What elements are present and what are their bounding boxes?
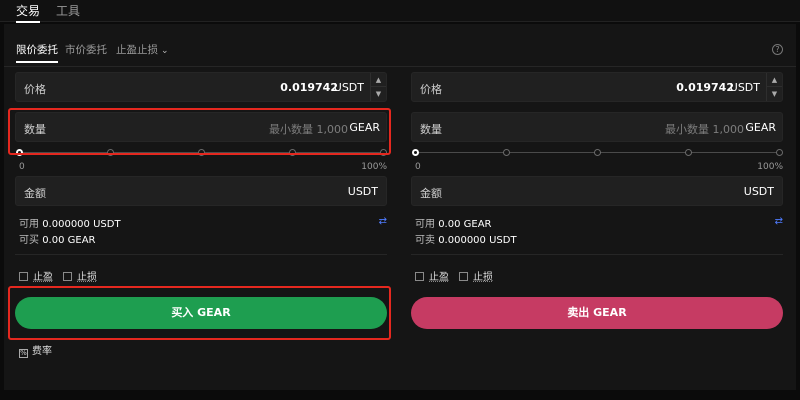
checkbox-icon[interactable] xyxy=(415,272,424,281)
buy-can-value: 0.00 GEAR xyxy=(42,235,96,246)
checkbox-icon[interactable] xyxy=(63,272,72,281)
divider xyxy=(15,254,387,255)
fee-rate-icon: % xyxy=(19,349,28,358)
stepper-up-icon[interactable]: ▲ xyxy=(767,73,782,87)
slider-mark-25[interactable] xyxy=(503,149,510,156)
sell-stop-loss-checkbox[interactable]: 止损 xyxy=(459,268,493,283)
slider-mark-100[interactable] xyxy=(776,149,783,156)
buy-can-buy: 可买 0.00 GEAR xyxy=(19,231,96,246)
divider xyxy=(411,254,783,255)
tab-limit-order[interactable]: 限价委托 xyxy=(16,42,58,63)
slider-handle[interactable] xyxy=(16,149,23,156)
checkbox-icon[interactable] xyxy=(19,272,28,281)
slider-mark-75[interactable] xyxy=(289,149,296,156)
buy-price-value[interactable]: 0.019742 xyxy=(280,81,338,94)
tab-tp-sl-label: 止盈止损 xyxy=(116,44,158,56)
swap-arrows-icon[interactable]: ⇄ xyxy=(379,216,387,227)
sell-button[interactable]: 卖出 GEAR xyxy=(411,297,783,329)
slider-max-label: 100% xyxy=(361,162,387,172)
sell-can-label: 可卖 xyxy=(415,235,435,246)
stepper-up-icon[interactable]: ▲ xyxy=(371,73,386,87)
tab-market-order[interactable]: 市价委托 xyxy=(65,42,107,57)
buy-stop-loss-checkbox[interactable]: 止损 xyxy=(63,268,97,283)
sell-price-label: 价格 xyxy=(420,83,442,96)
sell-quantity-field[interactable]: 数量 最小数量 1,000 GEAR xyxy=(411,112,783,142)
buy-price-field[interactable]: 价格 0.019742 USDT ▲ ▼ xyxy=(15,72,387,102)
sell-amount-label: 金额 xyxy=(420,187,442,200)
sell-amount-unit: USDT xyxy=(743,185,774,198)
slider-mark-50[interactable] xyxy=(594,149,601,156)
buy-amount-label: 金额 xyxy=(24,187,46,200)
order-panel: 限价委托 市价委托 止盈止损 ⌄ ? 价格 0.019742 USDT ▲ ▼ 数… xyxy=(4,24,796,390)
up-down-stepper-icon[interactable]: ▲ ▼ xyxy=(766,73,782,101)
buy-button[interactable]: 买入 GEAR xyxy=(15,297,387,329)
sell-available-value: 0.00 GEAR xyxy=(438,219,492,230)
buy-can-label: 可买 xyxy=(19,235,39,246)
sell-column: 价格 0.019742 USDT ▲ ▼ 数量 最小数量 1,000 GEAR … xyxy=(411,72,783,372)
top-tab-bar: 交易 工具 xyxy=(0,0,800,23)
sell-percent-slider[interactable] xyxy=(412,148,783,158)
chevron-down-icon: ⌄ xyxy=(161,46,169,56)
tab-tp-sl[interactable]: 止盈止损 ⌄ xyxy=(116,42,169,57)
buy-amount-field[interactable]: 金额 USDT xyxy=(15,176,387,206)
buy-tp-label: 止盈 xyxy=(33,272,53,283)
fee-rate[interactable]: % 费率 xyxy=(19,342,52,358)
sell-price-unit: USDT xyxy=(729,81,760,94)
tab-trade[interactable]: 交易 xyxy=(16,2,41,23)
buy-quantity-field[interactable]: 数量 最小数量 1,000 GEAR xyxy=(15,112,387,142)
sell-qty-label: 数量 xyxy=(420,123,442,136)
checkbox-icon[interactable] xyxy=(459,272,468,281)
buy-column: 价格 0.019742 USDT ▲ ▼ 数量 最小数量 1,000 GEAR … xyxy=(15,72,387,372)
sell-can-sell: 可卖 0.000000 USDT xyxy=(415,231,517,246)
sell-price-field[interactable]: 价格 0.019742 USDT ▲ ▼ xyxy=(411,72,783,102)
buy-price-label: 价格 xyxy=(24,83,46,96)
buy-price-unit: USDT xyxy=(333,81,364,94)
buy-available-label: 可用 xyxy=(19,219,39,230)
sell-available-label: 可用 xyxy=(415,219,435,230)
sell-tp-label: 止盈 xyxy=(429,272,449,283)
slider-handle[interactable] xyxy=(412,149,419,156)
slider-mark-25[interactable] xyxy=(107,149,114,156)
slider-max-label: 100% xyxy=(757,162,783,172)
buy-sl-label: 止损 xyxy=(77,272,97,283)
slider-min-label: 0 xyxy=(415,162,421,172)
tab-tools[interactable]: 工具 xyxy=(56,2,80,19)
sell-amount-field[interactable]: 金额 USDT xyxy=(411,176,783,206)
question-circle-icon[interactable]: ? xyxy=(772,44,783,55)
sell-take-profit-checkbox[interactable]: 止盈 xyxy=(415,268,449,283)
up-down-stepper-icon[interactable]: ▲ ▼ xyxy=(370,73,386,101)
divider xyxy=(4,66,796,67)
slider-mark-75[interactable] xyxy=(685,149,692,156)
slider-mark-50[interactable] xyxy=(198,149,205,156)
buy-available: 可用 0.000000 USDT xyxy=(19,215,121,230)
stepper-down-icon[interactable]: ▼ xyxy=(767,87,782,101)
sell-price-value[interactable]: 0.019742 xyxy=(676,81,734,94)
sell-qty-unit: GEAR xyxy=(745,121,776,134)
buy-qty-label: 数量 xyxy=(24,123,46,136)
slider-mark-100[interactable] xyxy=(380,149,387,156)
swap-arrows-icon[interactable]: ⇄ xyxy=(775,216,783,227)
buy-take-profit-checkbox[interactable]: 止盈 xyxy=(19,268,53,283)
buy-qty-placeholder[interactable]: 最小数量 1,000 xyxy=(269,121,348,137)
sell-qty-placeholder[interactable]: 最小数量 1,000 xyxy=(665,121,744,137)
sell-available: 可用 0.00 GEAR xyxy=(415,215,492,230)
stepper-down-icon[interactable]: ▼ xyxy=(371,87,386,101)
buy-available-value: 0.000000 USDT xyxy=(42,219,121,230)
fee-label: 费率 xyxy=(32,346,52,357)
sell-can-value: 0.000000 USDT xyxy=(438,235,517,246)
buy-percent-slider[interactable] xyxy=(16,148,387,158)
slider-min-label: 0 xyxy=(19,162,25,172)
buy-amount-unit: USDT xyxy=(347,185,378,198)
buy-qty-unit: GEAR xyxy=(349,121,380,134)
sell-sl-label: 止损 xyxy=(473,272,493,283)
